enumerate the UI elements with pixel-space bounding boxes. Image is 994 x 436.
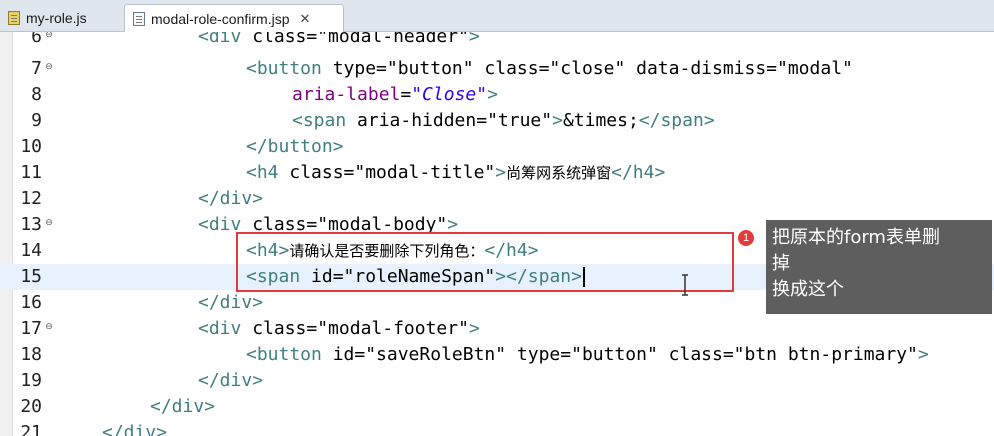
line-number: 15	[20, 266, 42, 287]
jsp-file-icon	[133, 11, 145, 26]
line-number: 6	[31, 32, 42, 47]
line-number: 19	[20, 370, 42, 391]
code-text: </div>	[102, 422, 168, 436]
line-number: 12	[20, 188, 42, 209]
line-number: 7	[31, 58, 42, 79]
code-text: aria-label="Close">	[292, 84, 498, 105]
tab-label: modal-role-confirm.jsp	[151, 10, 290, 27]
code-text: </button>	[246, 136, 344, 157]
note-line: 把原本的form表单删	[772, 227, 940, 248]
code-text: <span aria-hidden="true">&times;</span>	[292, 110, 715, 131]
line-number: 17	[20, 318, 42, 339]
fold-icon[interactable]: ⊖	[44, 32, 54, 40]
code-line[interactable]: 20 </div>	[0, 394, 994, 420]
tab-my-role-js[interactable]: my-role.js	[0, 4, 122, 32]
code-line[interactable]: 21 </div>	[0, 420, 994, 436]
text-cursor-icon	[682, 274, 688, 296]
annotation-note: 把原本的form表单删 掉 换成这个	[766, 220, 992, 314]
tab-label: my-role.js	[26, 10, 87, 26]
code-line[interactable]: 12 </div>	[0, 186, 994, 212]
code-text: </div>	[198, 370, 264, 391]
fold-icon[interactable]: ⊖	[44, 62, 54, 72]
code-line[interactable]: 8 aria-label="Close">	[0, 82, 994, 108]
line-number: 10	[20, 136, 42, 157]
code-text: <button type="button" class="close" data…	[246, 58, 853, 79]
code-text: <h4 class="modal-title">尚筹网系统弹窗</h4>	[246, 162, 666, 183]
line-number: 18	[20, 344, 42, 365]
js-file-icon	[8, 11, 20, 25]
fold-icon[interactable]: ⊖	[44, 322, 54, 332]
line-number: 21	[20, 422, 42, 436]
line-number: 9	[31, 110, 42, 131]
code-text: <div class="modal-footer">	[198, 318, 480, 339]
line-number: 20	[20, 396, 42, 417]
code-line[interactable]: 9 <span aria-hidden="true">&times;</span…	[0, 108, 994, 134]
code-text: <button id="saveRoleBtn" type="button" c…	[246, 344, 929, 365]
line-number: 11	[20, 162, 42, 183]
line-number: 8	[31, 84, 42, 105]
editor-tab-bar: my-role.js modal-role-confirm.jsp ✕	[0, 0, 994, 32]
code-line[interactable]: 10 </button>	[0, 134, 994, 160]
code-text: </div>	[150, 396, 216, 417]
code-line[interactable]: 18 <button id="saveRoleBtn" type="button…	[0, 342, 994, 368]
code-line[interactable]: 11 <h4 class="modal-title">尚筹网系统弹窗</h4>	[0, 160, 994, 186]
code-line[interactable]: 19 </div>	[0, 368, 994, 394]
note-line: 掉	[772, 253, 790, 274]
line-number: 14	[20, 240, 42, 261]
fold-icon[interactable]: ⊖	[44, 218, 54, 228]
close-icon[interactable]: ✕	[299, 11, 310, 27]
annotation-highlight-box	[236, 232, 734, 292]
line-number: 13	[20, 214, 42, 235]
code-line[interactable]: 6 ⊖ <div class="modal-header">	[0, 32, 994, 50]
code-text: <div class="modal-header">	[198, 32, 480, 47]
annotation-badge: 1	[738, 230, 754, 246]
line-number: 16	[20, 292, 42, 313]
code-line[interactable]: 17 ⊖ <div class="modal-footer">	[0, 316, 994, 342]
tab-modal-role-confirm-jsp[interactable]: modal-role-confirm.jsp ✕	[124, 4, 344, 32]
note-line: 换成这个	[772, 279, 844, 300]
code-text: </div>	[198, 292, 264, 313]
code-text: </div>	[198, 188, 264, 209]
code-line[interactable]: 7 ⊖ <button type="button" class="close" …	[0, 56, 994, 82]
